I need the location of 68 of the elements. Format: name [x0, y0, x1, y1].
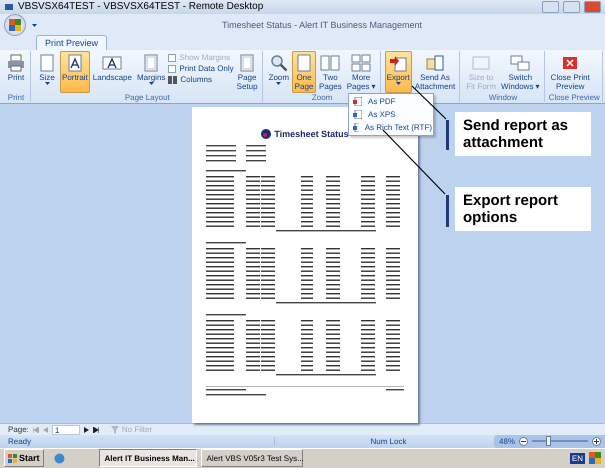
- group-label: Zoom: [312, 93, 332, 102]
- office-logo-icon: [9, 19, 21, 32]
- caret-icon: [32, 24, 37, 27]
- ribbon-button[interactable]: Print: [4, 51, 28, 94]
- office-button[interactable]: [4, 14, 26, 36]
- first-page-icon[interactable]: [32, 426, 39, 433]
- zoom-icon: [268, 53, 289, 74]
- zoom-in-icon[interactable]: [592, 436, 601, 446]
- page-number-field[interactable]: 1: [52, 424, 80, 435]
- group-label: Page Layout: [124, 93, 170, 102]
- page-label: Page:: [8, 425, 29, 434]
- remote-desktop-icon: [4, 2, 14, 12]
- taskbar-button[interactable]: Alert IT Business Man...: [98, 449, 197, 468]
- last-page-icon[interactable]: [92, 426, 99, 433]
- start-button[interactable]: Start: [4, 449, 44, 468]
- callout-text: Export report options: [455, 187, 591, 232]
- two-pages-icon: [320, 53, 340, 74]
- checkbox[interactable]: Print Data Only: [168, 64, 234, 74]
- report-title: Timesheet Status: [274, 129, 349, 140]
- status-text: Ready: [0, 436, 275, 446]
- ribbon-button[interactable]: One Page: [292, 51, 316, 94]
- close-button[interactable]: [584, 0, 601, 13]
- document-icon: [353, 123, 359, 132]
- minimize-button[interactable]: [542, 0, 559, 13]
- zoom-out-icon[interactable]: [519, 436, 528, 446]
- more-pages-icon: [351, 53, 372, 74]
- taskbar-button[interactable]: Alert VBS V05r3 Test Sys...: [200, 449, 303, 468]
- ribbon-button[interactable]: Portrait: [60, 51, 90, 94]
- ribbon-tab[interactable]: Print Preview: [36, 35, 108, 50]
- ribbon-button[interactable]: Export: [384, 51, 412, 94]
- group-label: Print: [8, 93, 24, 102]
- ribbon-button[interactable]: Margins: [134, 51, 168, 94]
- callout-bar: [446, 195, 449, 228]
- globe-logo-icon: [261, 129, 272, 140]
- tray-app-icon[interactable]: [589, 452, 601, 464]
- document-icon: [353, 97, 362, 106]
- ribbon-button[interactable]: Page Setup: [234, 51, 260, 94]
- ribbon-button[interactable]: Size: [35, 51, 59, 94]
- next-page-icon[interactable]: [84, 426, 89, 433]
- ribbon-button[interactable]: Send As Attachment: [412, 51, 458, 94]
- columns-icon: [168, 76, 178, 84]
- browser-icon[interactable]: [54, 452, 65, 464]
- language-indicator[interactable]: EN: [570, 452, 585, 464]
- ribbon-button[interactable]: Close Print Preview: [548, 51, 592, 94]
- zoom-percent: 48%: [499, 436, 516, 446]
- ribbon-button[interactable]: Zoom: [266, 51, 292, 94]
- window-title: VBSVSX64TEST - VBSVSX64TEST - Remote Desktop: [18, 1, 264, 12]
- app-title: Timesheet Status - Alert IT Business Management: [220, 20, 424, 30]
- group-label: Close Preview: [548, 93, 600, 102]
- ribbon-button[interactable]: More Pages ▾: [344, 51, 378, 94]
- ribbon-button[interactable]: Switch Windows ▾: [498, 51, 542, 94]
- menu-item[interactable]: As Rich Text (RTF): [350, 121, 432, 134]
- ribbon-button[interactable]: Two Pages: [317, 51, 344, 94]
- group-label: Window: [488, 93, 518, 102]
- windows-logo-icon: [8, 454, 17, 463]
- callout-bar: [446, 120, 449, 150]
- document-icon: [353, 110, 362, 120]
- switch-windows-icon: [510, 53, 530, 74]
- attachment-icon: [424, 53, 445, 74]
- menu-item[interactable]: As XPS: [350, 108, 432, 122]
- menu-item[interactable]: As PDF: [350, 95, 432, 108]
- callout-text: Send report as attachment: [455, 112, 591, 156]
- ribbon-button[interactable]: Landscape: [90, 51, 134, 94]
- printer-icon: [6, 53, 26, 74]
- columns-button[interactable]: Columns: [168, 75, 234, 84]
- restore-button[interactable]: [563, 0, 580, 13]
- previous-page-icon[interactable]: [42, 426, 48, 433]
- slider-thumb[interactable]: [546, 436, 551, 446]
